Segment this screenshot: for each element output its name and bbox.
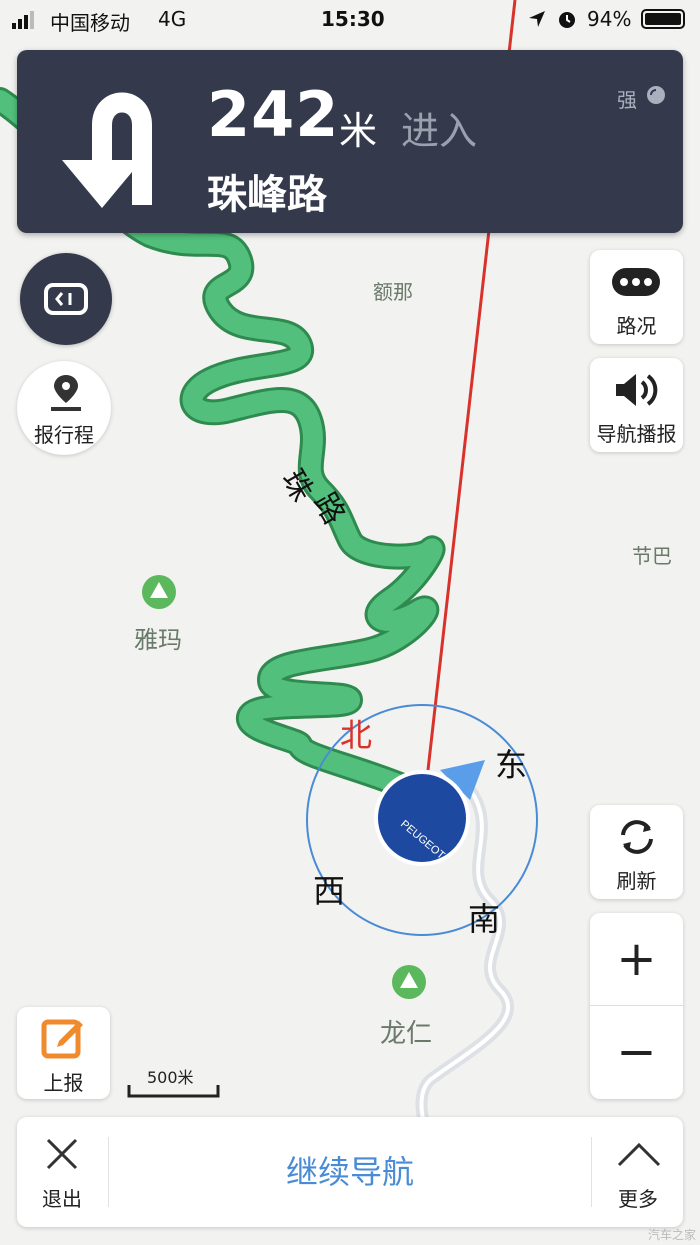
place-label-yama: 雅玛	[134, 626, 182, 654]
maneuver-action: 进入	[401, 109, 478, 153]
zoom-out-button[interactable]: −	[590, 1006, 683, 1098]
close-icon	[46, 1138, 78, 1170]
overview-button[interactable]	[20, 253, 112, 345]
report-button[interactable]: 上报	[17, 1007, 110, 1099]
speaker-icon	[616, 374, 658, 406]
scale-label: 500米	[147, 1068, 194, 1087]
continue-navigation-button[interactable]: 继续导航	[109, 1117, 591, 1227]
report-label: 上报	[43, 1071, 84, 1095]
signal-icon	[12, 10, 36, 29]
edit-report-icon	[41, 1019, 83, 1059]
distance-value: 242	[207, 78, 340, 151]
chevron-up-icon	[617, 1142, 661, 1167]
watermark: 汽车之家	[648, 1228, 697, 1242]
network-type: 4G	[158, 7, 187, 31]
more-label: 更多	[618, 1187, 658, 1211]
next-road-name: 珠峰路	[207, 172, 327, 218]
bottom-nav-bar: 退出 继续导航 更多	[17, 1117, 683, 1227]
refresh-button[interactable]: 刷新	[590, 805, 683, 899]
poi-pin-icon	[142, 575, 176, 609]
zoom-in-button[interactable]: +	[590, 913, 683, 1005]
more-button[interactable]: 更多	[593, 1117, 683, 1227]
compass-north: 北	[340, 716, 373, 754]
report-trip-button[interactable]: 报行程	[17, 361, 111, 455]
refresh-icon	[621, 820, 653, 854]
carrier: 中国移动	[50, 11, 130, 35]
exit-label: 退出	[42, 1187, 82, 1211]
compass-west: 西	[313, 872, 346, 910]
battery-percent: 94%	[587, 7, 632, 31]
traffic-label: 路况	[616, 314, 657, 338]
gps-signal-icon	[647, 86, 665, 104]
u-turn-icon	[62, 92, 152, 208]
battery-icon	[641, 9, 685, 29]
car-marker	[374, 770, 470, 866]
refresh-label: 刷新	[616, 869, 657, 893]
divider	[591, 1137, 592, 1207]
place-label-ena: 额那	[373, 280, 413, 304]
compass-east: 东	[495, 746, 528, 784]
poi-pin-icon	[392, 965, 426, 999]
voice-broadcast-label: 导航播报	[596, 422, 677, 446]
location-pin-icon	[51, 375, 81, 411]
traffic-icon	[612, 268, 660, 296]
clock: 15:30	[321, 7, 385, 31]
overview-icon	[44, 283, 88, 315]
navigation-banner: 242 米 进入 珠峰路 强	[17, 50, 683, 233]
location-arrow-icon	[529, 11, 545, 27]
compass-south: 南	[468, 900, 501, 938]
place-label-longren: 龙仁	[380, 1019, 433, 1049]
place-label-jieba: 节巴	[632, 544, 672, 568]
alarm-icon	[559, 12, 575, 28]
gps-strength-label: 强	[617, 88, 637, 112]
status-bar: 中国移动 4G 15:30 94%	[0, 0, 700, 40]
traffic-button[interactable]: 路况	[590, 250, 683, 344]
exit-button[interactable]: 退出	[17, 1117, 107, 1227]
zoom-controls: + −	[590, 913, 683, 1099]
distance-unit: 米	[339, 109, 378, 153]
report-trip-label: 报行程	[34, 423, 94, 447]
voice-broadcast-button[interactable]: 导航播报	[590, 358, 683, 452]
